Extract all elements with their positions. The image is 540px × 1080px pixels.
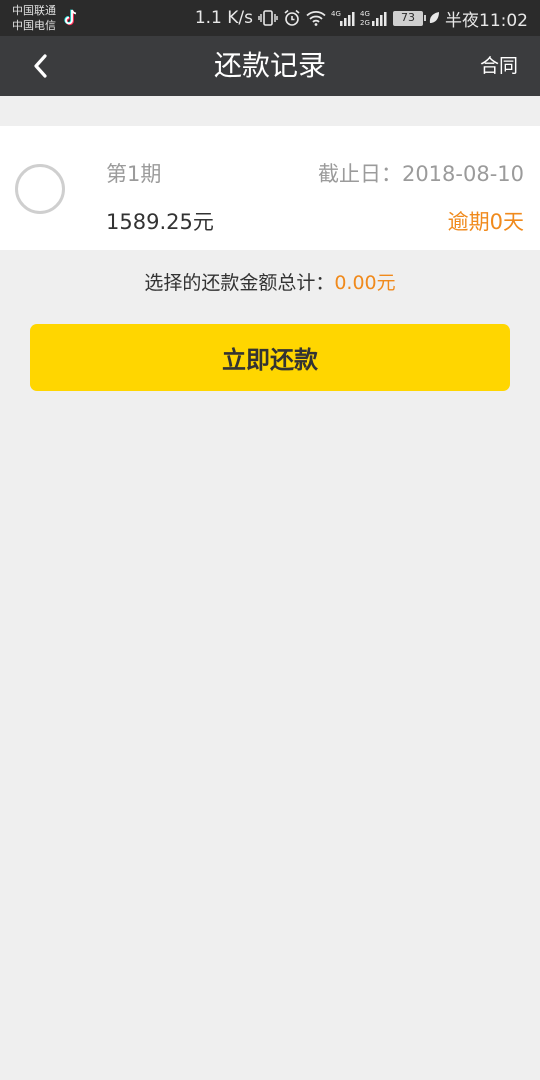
total-label: 选择的还款金额总计： <box>144 272 335 294</box>
back-button[interactable] <box>22 46 58 86</box>
leaf-icon <box>429 12 439 23</box>
carrier-1: 中国联通 <box>12 4 56 17</box>
wifi-icon <box>306 11 326 26</box>
repay-now-button[interactable]: 立即还款 <box>30 324 510 391</box>
alarm-icon <box>284 9 300 26</box>
carrier-names: 中国联通 中国电信 <box>12 3 56 33</box>
vibrate-icon <box>258 10 278 26</box>
overdue-status: 逾期0天 <box>447 210 524 234</box>
chevron-left-icon <box>34 54 47 78</box>
due-date: 截止日：2018-08-10 <box>317 162 524 186</box>
clock: 半夜11:02 <box>445 10 528 31</box>
svg-text:4G: 4G <box>331 10 341 18</box>
period-label: 第1期 <box>106 162 162 186</box>
installment-item[interactable]: 第1期 截止日：2018-08-10 1589.25元 逾期0天 <box>0 126 540 250</box>
signal-4g-icon: 4G <box>331 10 355 26</box>
status-icons: 1.1 K/s 4G 4G 2G 73 半夜11:02 <box>195 0 528 36</box>
installment-amount: 1589.25元 <box>106 210 214 234</box>
total-summary: 选择的还款金额总计：0.00元 <box>0 268 540 295</box>
status-bar: 中国联通 中国电信 1.1 K/s 4G 4G 2G 73 半夜11:02 <box>0 0 540 36</box>
net-speed: 1.1 K/s <box>194 8 253 28</box>
page-title: 还款记录 <box>213 49 326 82</box>
carrier-2: 中国电信 <box>12 19 56 32</box>
tiktok-icon <box>64 9 77 26</box>
app-header: 还款记录 合同 <box>0 36 540 96</box>
svg-text:2G: 2G <box>360 19 370 27</box>
battery-icon: 73 <box>393 10 426 26</box>
select-radio[interactable] <box>15 164 65 214</box>
total-amount: 0.00元 <box>334 272 396 294</box>
signal-4g-2-icon: 4G 2G <box>360 10 387 27</box>
svg-text:4G: 4G <box>360 10 370 18</box>
contract-button[interactable]: 合同 <box>480 36 518 96</box>
